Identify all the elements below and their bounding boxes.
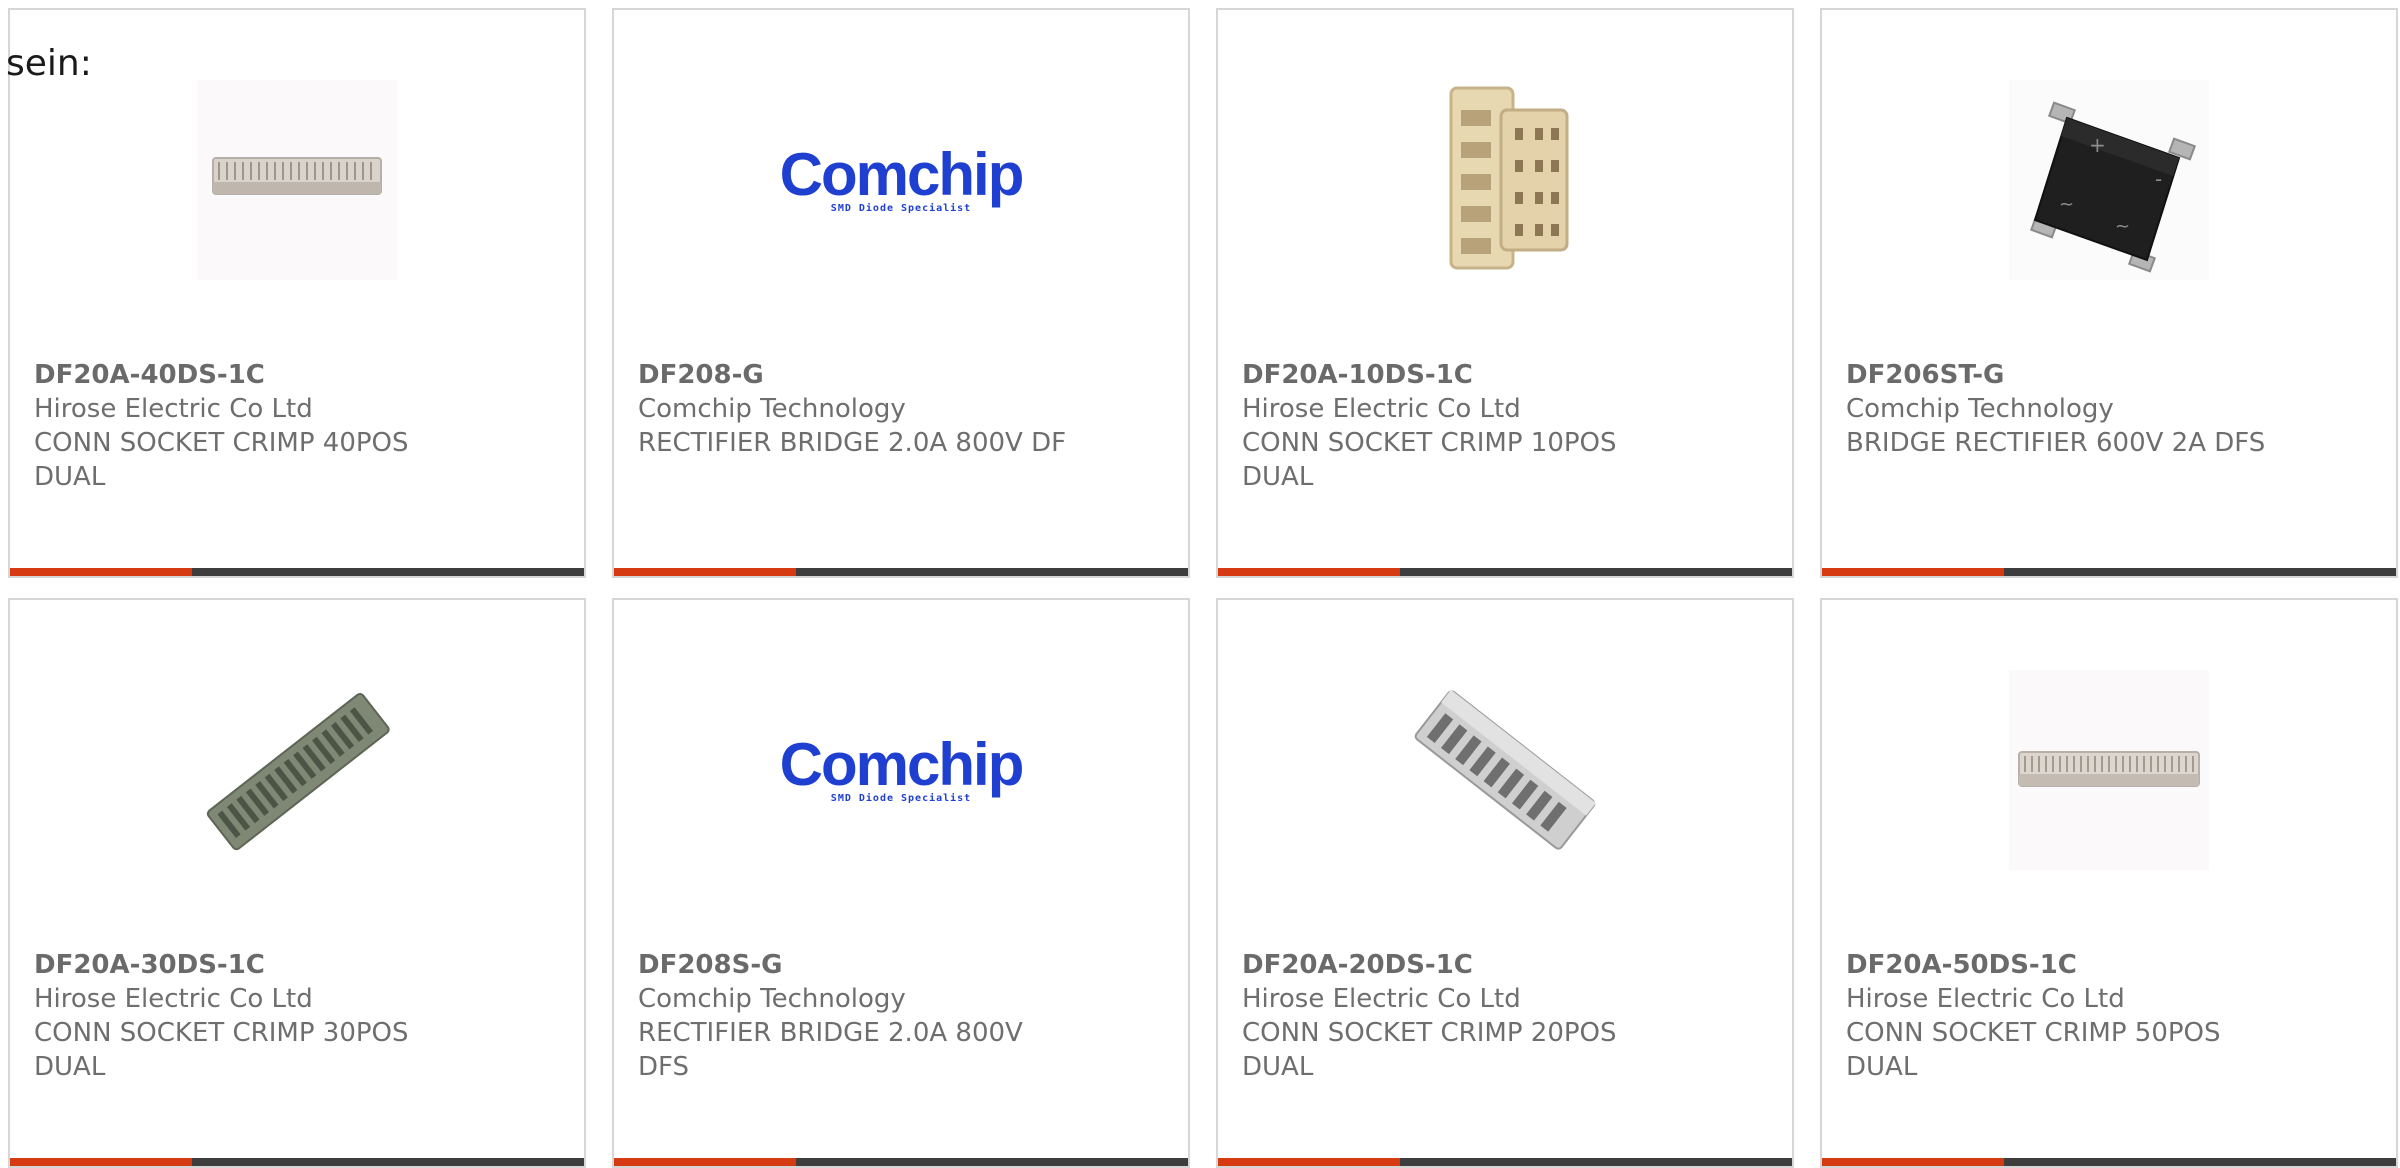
- product-card[interactable]: DF20A-50DS-1C Hirose Electric Co Ltd CON…: [1820, 598, 2398, 1168]
- product-info: DF206ST-G Comchip Technology BRIDGE RECT…: [1846, 358, 2372, 460]
- card-bar-accent: [10, 568, 192, 576]
- card-bar-accent: [10, 1158, 192, 1166]
- description: CONN SOCKET CRIMP 30POS DUAL: [34, 1018, 409, 1082]
- product-info: DF20A-20DS-1C Hirose Electric Co Ltd CON…: [1242, 948, 1768, 1084]
- intro-text: sein:: [6, 43, 92, 84]
- part-number[interactable]: DF208-G: [638, 358, 1164, 392]
- part-number[interactable]: DF206ST-G: [1846, 358, 2372, 392]
- connector-50pos-icon: [2009, 670, 2209, 870]
- product-card[interactable]: Comchip SMD Diode Specialist DF208-G Com…: [612, 8, 1190, 578]
- part-number[interactable]: DF20A-40DS-1C: [34, 358, 560, 392]
- product-info: DF208-G Comchip Technology RECTIFIER BRI…: [638, 358, 1164, 460]
- manufacturer: Comchip Technology: [638, 984, 906, 1014]
- manufacturer: Hirose Electric Co Ltd: [1242, 984, 1521, 1014]
- product-info: DF208S-G Comchip Technology RECTIFIER BR…: [638, 948, 1164, 1084]
- card-bar: [1218, 1158, 1792, 1166]
- part-number[interactable]: DF20A-30DS-1C: [34, 948, 560, 982]
- svg-text:~: ~: [2115, 216, 2130, 237]
- comchip-logo: Comchip SMD Diode Specialist: [780, 670, 1025, 870]
- svg-text:~: ~: [2059, 194, 2074, 215]
- part-number[interactable]: DF20A-50DS-1C: [1846, 948, 2372, 982]
- card-bar: [10, 1158, 584, 1166]
- card-bar: [1822, 1158, 2396, 1166]
- manufacturer: Comchip Technology: [1846, 394, 2114, 424]
- card-bar: [1822, 568, 2396, 576]
- connector-30pos-icon: [197, 670, 397, 870]
- description: RECTIFIER BRIDGE 2.0A 800V DF: [638, 428, 1067, 458]
- description: CONN SOCKET CRIMP 40POS DUAL: [34, 428, 409, 492]
- description: BRIDGE RECTIFIER 600V 2A DFS: [1846, 428, 2266, 458]
- product-grid: DF20A-40DS-1C Hirose Electric Co Ltd CON…: [0, 0, 2400, 1168]
- bridge-rectifier-icon: + - ~ ~: [2009, 80, 2209, 280]
- product-card[interactable]: Comchip SMD Diode Specialist DF208S-G Co…: [612, 598, 1190, 1168]
- product-card[interactable]: DF20A-20DS-1C Hirose Electric Co Ltd CON…: [1216, 598, 1794, 1168]
- product-card[interactable]: DF20A-40DS-1C Hirose Electric Co Ltd CON…: [8, 8, 586, 578]
- card-bar-accent: [1822, 1158, 2004, 1166]
- product-info: DF20A-40DS-1C Hirose Electric Co Ltd CON…: [34, 358, 560, 494]
- manufacturer: Comchip Technology: [638, 394, 906, 424]
- part-number[interactable]: DF20A-10DS-1C: [1242, 358, 1768, 392]
- product-info: DF20A-10DS-1C Hirose Electric Co Ltd CON…: [1242, 358, 1768, 494]
- product-card[interactable]: DF20A-10DS-1C Hirose Electric Co Ltd CON…: [1216, 8, 1794, 578]
- card-bar-accent: [1822, 568, 2004, 576]
- product-info: DF20A-50DS-1C Hirose Electric Co Ltd CON…: [1846, 948, 2372, 1084]
- description: CONN SOCKET CRIMP 10POS DUAL: [1242, 428, 1617, 492]
- card-bar: [10, 568, 584, 576]
- svg-text:+: +: [2089, 133, 2106, 157]
- manufacturer: Hirose Electric Co Ltd: [34, 984, 313, 1014]
- manufacturer: Hirose Electric Co Ltd: [34, 394, 313, 424]
- card-bar-accent: [614, 568, 796, 576]
- card-bar: [1218, 568, 1792, 576]
- part-number[interactable]: DF208S-G: [638, 948, 1164, 982]
- product-info: DF20A-30DS-1C Hirose Electric Co Ltd CON…: [34, 948, 560, 1084]
- comchip-logo-word: Comchip: [779, 730, 1025, 798]
- comchip-logo: Comchip SMD Diode Specialist: [780, 80, 1025, 280]
- manufacturer: Hirose Electric Co Ltd: [1242, 394, 1521, 424]
- card-bar-accent: [1218, 568, 1400, 576]
- part-number[interactable]: DF20A-20DS-1C: [1242, 948, 1768, 982]
- comchip-logo-word: Comchip: [779, 140, 1025, 208]
- description: CONN SOCKET CRIMP 50POS DUAL: [1846, 1018, 2221, 1082]
- comchip-logo-tagline: SMD Diode Specialist: [830, 792, 972, 804]
- svg-text:-: -: [2155, 167, 2162, 191]
- card-bar: [614, 1158, 1188, 1166]
- comchip-logo-tagline: SMD Diode Specialist: [830, 202, 972, 214]
- card-bar-accent: [1218, 1158, 1400, 1166]
- manufacturer: Hirose Electric Co Ltd: [1846, 984, 2125, 1014]
- description: RECTIFIER BRIDGE 2.0A 800V DFS: [638, 1018, 1023, 1082]
- connector-20pos-icon: [1405, 670, 1605, 870]
- card-bar-accent: [614, 1158, 796, 1166]
- connector-10pos-icon: [1405, 80, 1605, 280]
- connector-40pos-icon: [197, 80, 397, 280]
- product-card[interactable]: DF20A-30DS-1C Hirose Electric Co Ltd CON…: [8, 598, 586, 1168]
- description: CONN SOCKET CRIMP 20POS DUAL: [1242, 1018, 1617, 1082]
- card-bar: [614, 568, 1188, 576]
- product-card[interactable]: + - ~ ~ DF206ST-G Comchip Technology BRI…: [1820, 8, 2398, 578]
